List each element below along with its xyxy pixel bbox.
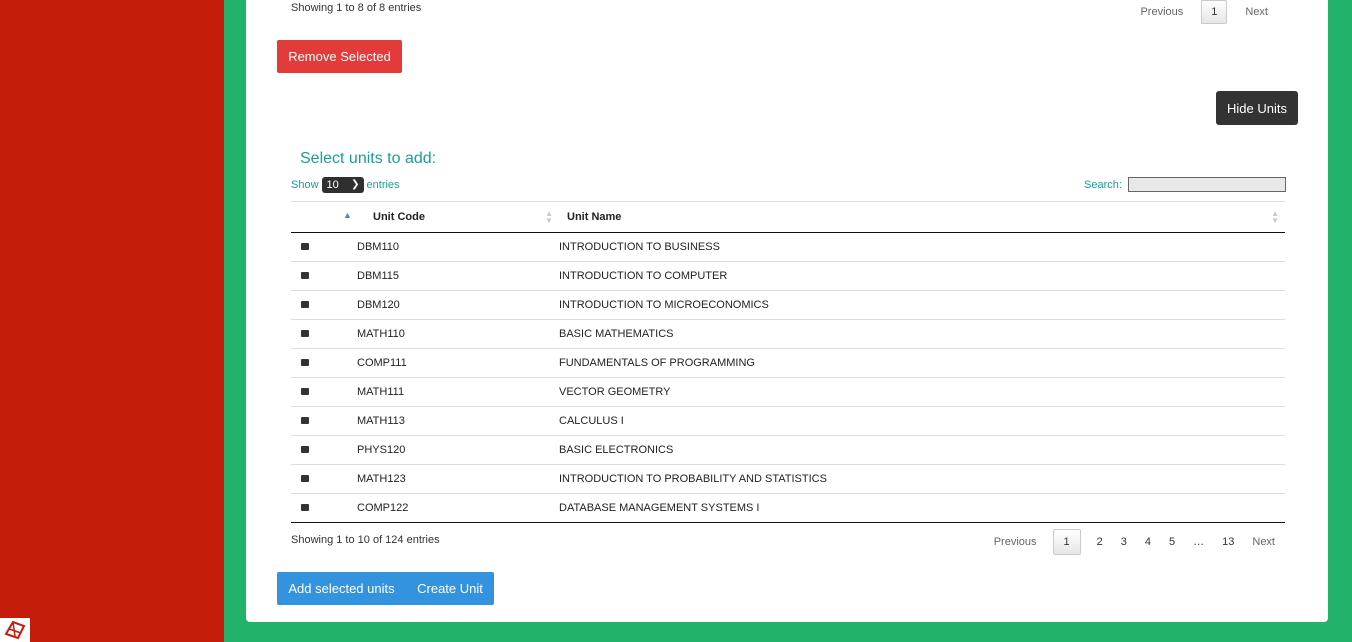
table-header-row: ▲ Unit Code ▲ ▼ Unit Name ▲ ▼ [291,201,1285,233]
units-table-info: Showing 1 to 10 of 124 entries [291,534,440,546]
previous-page-button[interactable]: Previous [985,530,1046,554]
unit-name-cell: BASIC MATHEMATICS [559,319,1285,349]
unit-code-cell: COMP122 [357,493,559,523]
page-2-button[interactable]: 2 [1088,530,1112,554]
page-4-button[interactable]: 4 [1136,530,1160,554]
sort-ascending-icon: ▲ [343,210,352,220]
table-row[interactable]: COMP122 DATABASE MANAGEMENT SYSTEMS I [291,493,1285,523]
top-table-info: Showing 1 to 8 of 8 entries [291,2,422,14]
select-column-header[interactable]: ▲ [291,201,357,233]
top-previous-page-button[interactable]: Previous [1130,1,1193,23]
unit-code-cell: DBM120 [357,290,559,320]
page-5-button[interactable]: 5 [1160,530,1184,554]
table-row[interactable]: MATH111 VECTOR GEOMETRY [291,377,1285,407]
sidebar [0,0,224,642]
row-checkbox[interactable] [301,359,309,366]
unit-name-cell: DATABASE MANAGEMENT SYSTEMS I [559,493,1285,523]
add-selected-units-button[interactable]: Add selected units [277,572,406,605]
page-3-button[interactable]: 3 [1112,530,1136,554]
pagination-ellipsis: … [1193,536,1205,548]
show-label: Show [291,179,319,191]
remove-selected-button[interactable]: Remove Selected [277,40,402,73]
table-row[interactable]: DBM110 INTRODUCTION TO BUSINESS [291,232,1285,262]
units-table: ▲ Unit Code ▲ ▼ Unit Name ▲ ▼ DBM110 INTRO… [291,201,1285,523]
row-checkbox[interactable] [301,243,309,250]
units-table-pagination: Previous 1 2 3 4 5 … 13 Next [985,529,1284,555]
search-input[interactable] [1127,177,1286,192]
page-13-button[interactable]: 13 [1213,530,1243,554]
unit-code-cell: PHYS120 [357,435,559,465]
row-checkbox[interactable] [301,504,309,511]
app-logo-icon[interactable] [0,618,30,642]
hide-units-button[interactable]: Hide Units [1216,91,1298,125]
units-section-title: Select units to add: [300,150,437,167]
chevron-down-icon: ❯ [351,179,360,190]
unit-name-cell: CALCULUS I [559,406,1285,436]
unit-code-header-label: Unit Code [373,211,425,223]
entries-length-control: Show 10 ❯ entries [291,177,400,193]
entries-per-page-value: 10 [326,179,339,191]
table-row[interactable]: MATH110 BASIC MATHEMATICS [291,319,1285,349]
row-checkbox[interactable] [301,301,309,308]
table-row[interactable]: DBM120 INTRODUCTION TO MICROECONOMICS [291,290,1285,320]
search-label: Search: [1084,178,1122,191]
row-checkbox[interactable] [301,475,309,482]
unit-name-column-header[interactable]: Unit Name ▲ ▼ [559,201,1285,233]
next-page-button[interactable]: Next [1243,530,1284,554]
row-checkbox[interactable] [301,446,309,453]
unit-name-cell: INTRODUCTION TO COMPUTER [559,261,1285,291]
table-search-control: Search: [1084,177,1286,192]
table-row[interactable]: COMP111 FUNDAMENTALS OF PROGRAMMING [291,348,1285,378]
top-next-page-button[interactable]: Next [1235,1,1278,23]
entries-label: entries [366,179,400,191]
row-checkbox[interactable] [301,417,309,424]
unit-name-cell: BASIC ELECTRONICS [559,435,1285,465]
top-page-1-button[interactable]: 1 [1201,0,1228,24]
unit-code-cell: MATH123 [357,464,559,494]
row-checkbox[interactable] [301,330,309,337]
unit-code-cell: DBM110 [357,232,559,262]
table-row[interactable]: MATH123 INTRODUCTION TO PROBABILITY AND … [291,464,1285,494]
row-checkbox[interactable] [301,388,309,395]
unit-code-column-header[interactable]: Unit Code ▲ ▼ [357,201,559,233]
unit-code-cell: MATH113 [357,406,559,436]
unit-code-cell: DBM115 [357,261,559,291]
unit-code-cell: MATH111 [357,377,559,407]
unit-name-cell: INTRODUCTION TO MICROECONOMICS [559,290,1285,320]
unit-code-cell: MATH110 [357,319,559,349]
unit-name-cell: INTRODUCTION TO BUSINESS [559,232,1285,262]
unit-name-header-label: Unit Name [567,211,622,223]
sort-both-icon: ▲ ▼ [1271,209,1279,225]
unit-name-cell: INTRODUCTION TO PROBABILITY AND STATISTI… [559,464,1285,494]
unit-name-cell: FUNDAMENTALS OF PROGRAMMING [559,348,1285,378]
top-table-pagination: Previous 1 Next [1130,0,1278,24]
table-row[interactable]: PHYS120 BASIC ELECTRONICS [291,435,1285,465]
unit-name-cell: VECTOR GEOMETRY [559,377,1285,407]
table-row[interactable]: MATH113 CALCULUS I [291,406,1285,436]
sort-both-icon: ▲ ▼ [545,209,553,225]
unit-code-cell: COMP111 [357,348,559,378]
page-1-button[interactable]: 1 [1052,529,1081,555]
create-unit-button[interactable]: Create Unit [406,572,494,605]
table-row[interactable]: DBM115 INTRODUCTION TO COMPUTER [291,261,1285,291]
entries-per-page-select[interactable]: 10 ❯ [321,177,364,193]
row-checkbox[interactable] [301,272,309,279]
